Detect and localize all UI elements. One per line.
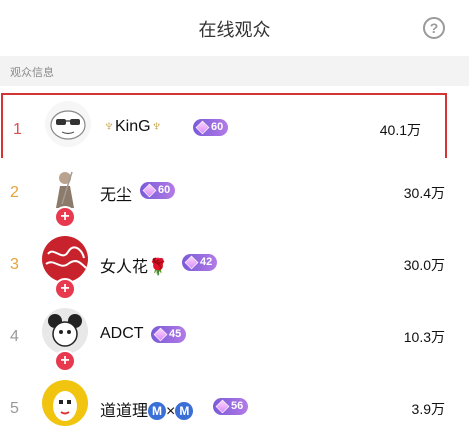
trident-icon: ♆ [103,118,115,135]
avatar[interactable] [42,380,88,426]
level-badge: 45 [151,326,187,343]
avatar[interactable] [45,101,91,147]
header: 在线观众 ? [0,0,469,56]
follow-plus-button[interactable]: + [54,206,76,228]
diamond-icon [195,120,210,135]
rank-number: 3 [10,256,19,273]
viewer-name: 女人花🌹 [100,259,168,276]
contribution-amount: 10.3万 [403,329,445,345]
trident-icon: ♆ [150,118,163,135]
rank-number: 5 [10,400,19,417]
avatar[interactable] [42,236,88,282]
m-badge-icon: M [175,402,194,420]
viewer-row[interactable]: 3 + 女人花🌹 42 30.0万 [0,230,469,306]
viewer-row[interactable]: 2 + 无尘 60 30.4万 [0,158,469,234]
rank-number: 2 [10,184,19,201]
viewer-name: 道道理 M × M [100,397,194,421]
rank-number: 4 [10,328,19,345]
viewer-name: ADCT [100,325,144,342]
level-badge: 60 [193,119,229,136]
page-title: 在线观众 [198,20,271,40]
contribution-amount: 30.4万 [403,185,445,201]
avatar[interactable] [42,164,88,210]
contribution-amount: 3.9万 [411,401,445,417]
avatar[interactable] [42,308,88,354]
section-label: 观众信息 [10,67,54,79]
diamond-icon [142,183,157,198]
level-badge: 42 [182,254,218,271]
follow-plus-button[interactable]: + [54,350,76,372]
viewer-row[interactable]: 4 + ADCT 45 10.3万 [0,302,469,378]
viewer-name: 无尘 [100,187,133,204]
diamond-icon [184,255,199,270]
section-header: 观众信息 [0,56,469,86]
contribution-amount: 40.1万 [379,122,421,138]
viewer-row[interactable]: 5 道道理 M × M 56 3.9万 [0,374,469,435]
rank-number: 1 [13,121,22,138]
m-badge-icon: M [148,402,167,420]
level-badge: 56 [213,398,249,415]
question-circle-icon[interactable]: ? [423,17,445,39]
rose-icon: 🌹 [148,259,168,276]
diamond-icon [215,399,230,414]
follow-plus-button[interactable]: + [54,278,76,300]
viewer-name: ♆KinG♆ [103,118,163,135]
diamond-icon [153,327,168,342]
level-badge: 60 [140,182,176,199]
contribution-amount: 30.0万 [403,257,445,273]
